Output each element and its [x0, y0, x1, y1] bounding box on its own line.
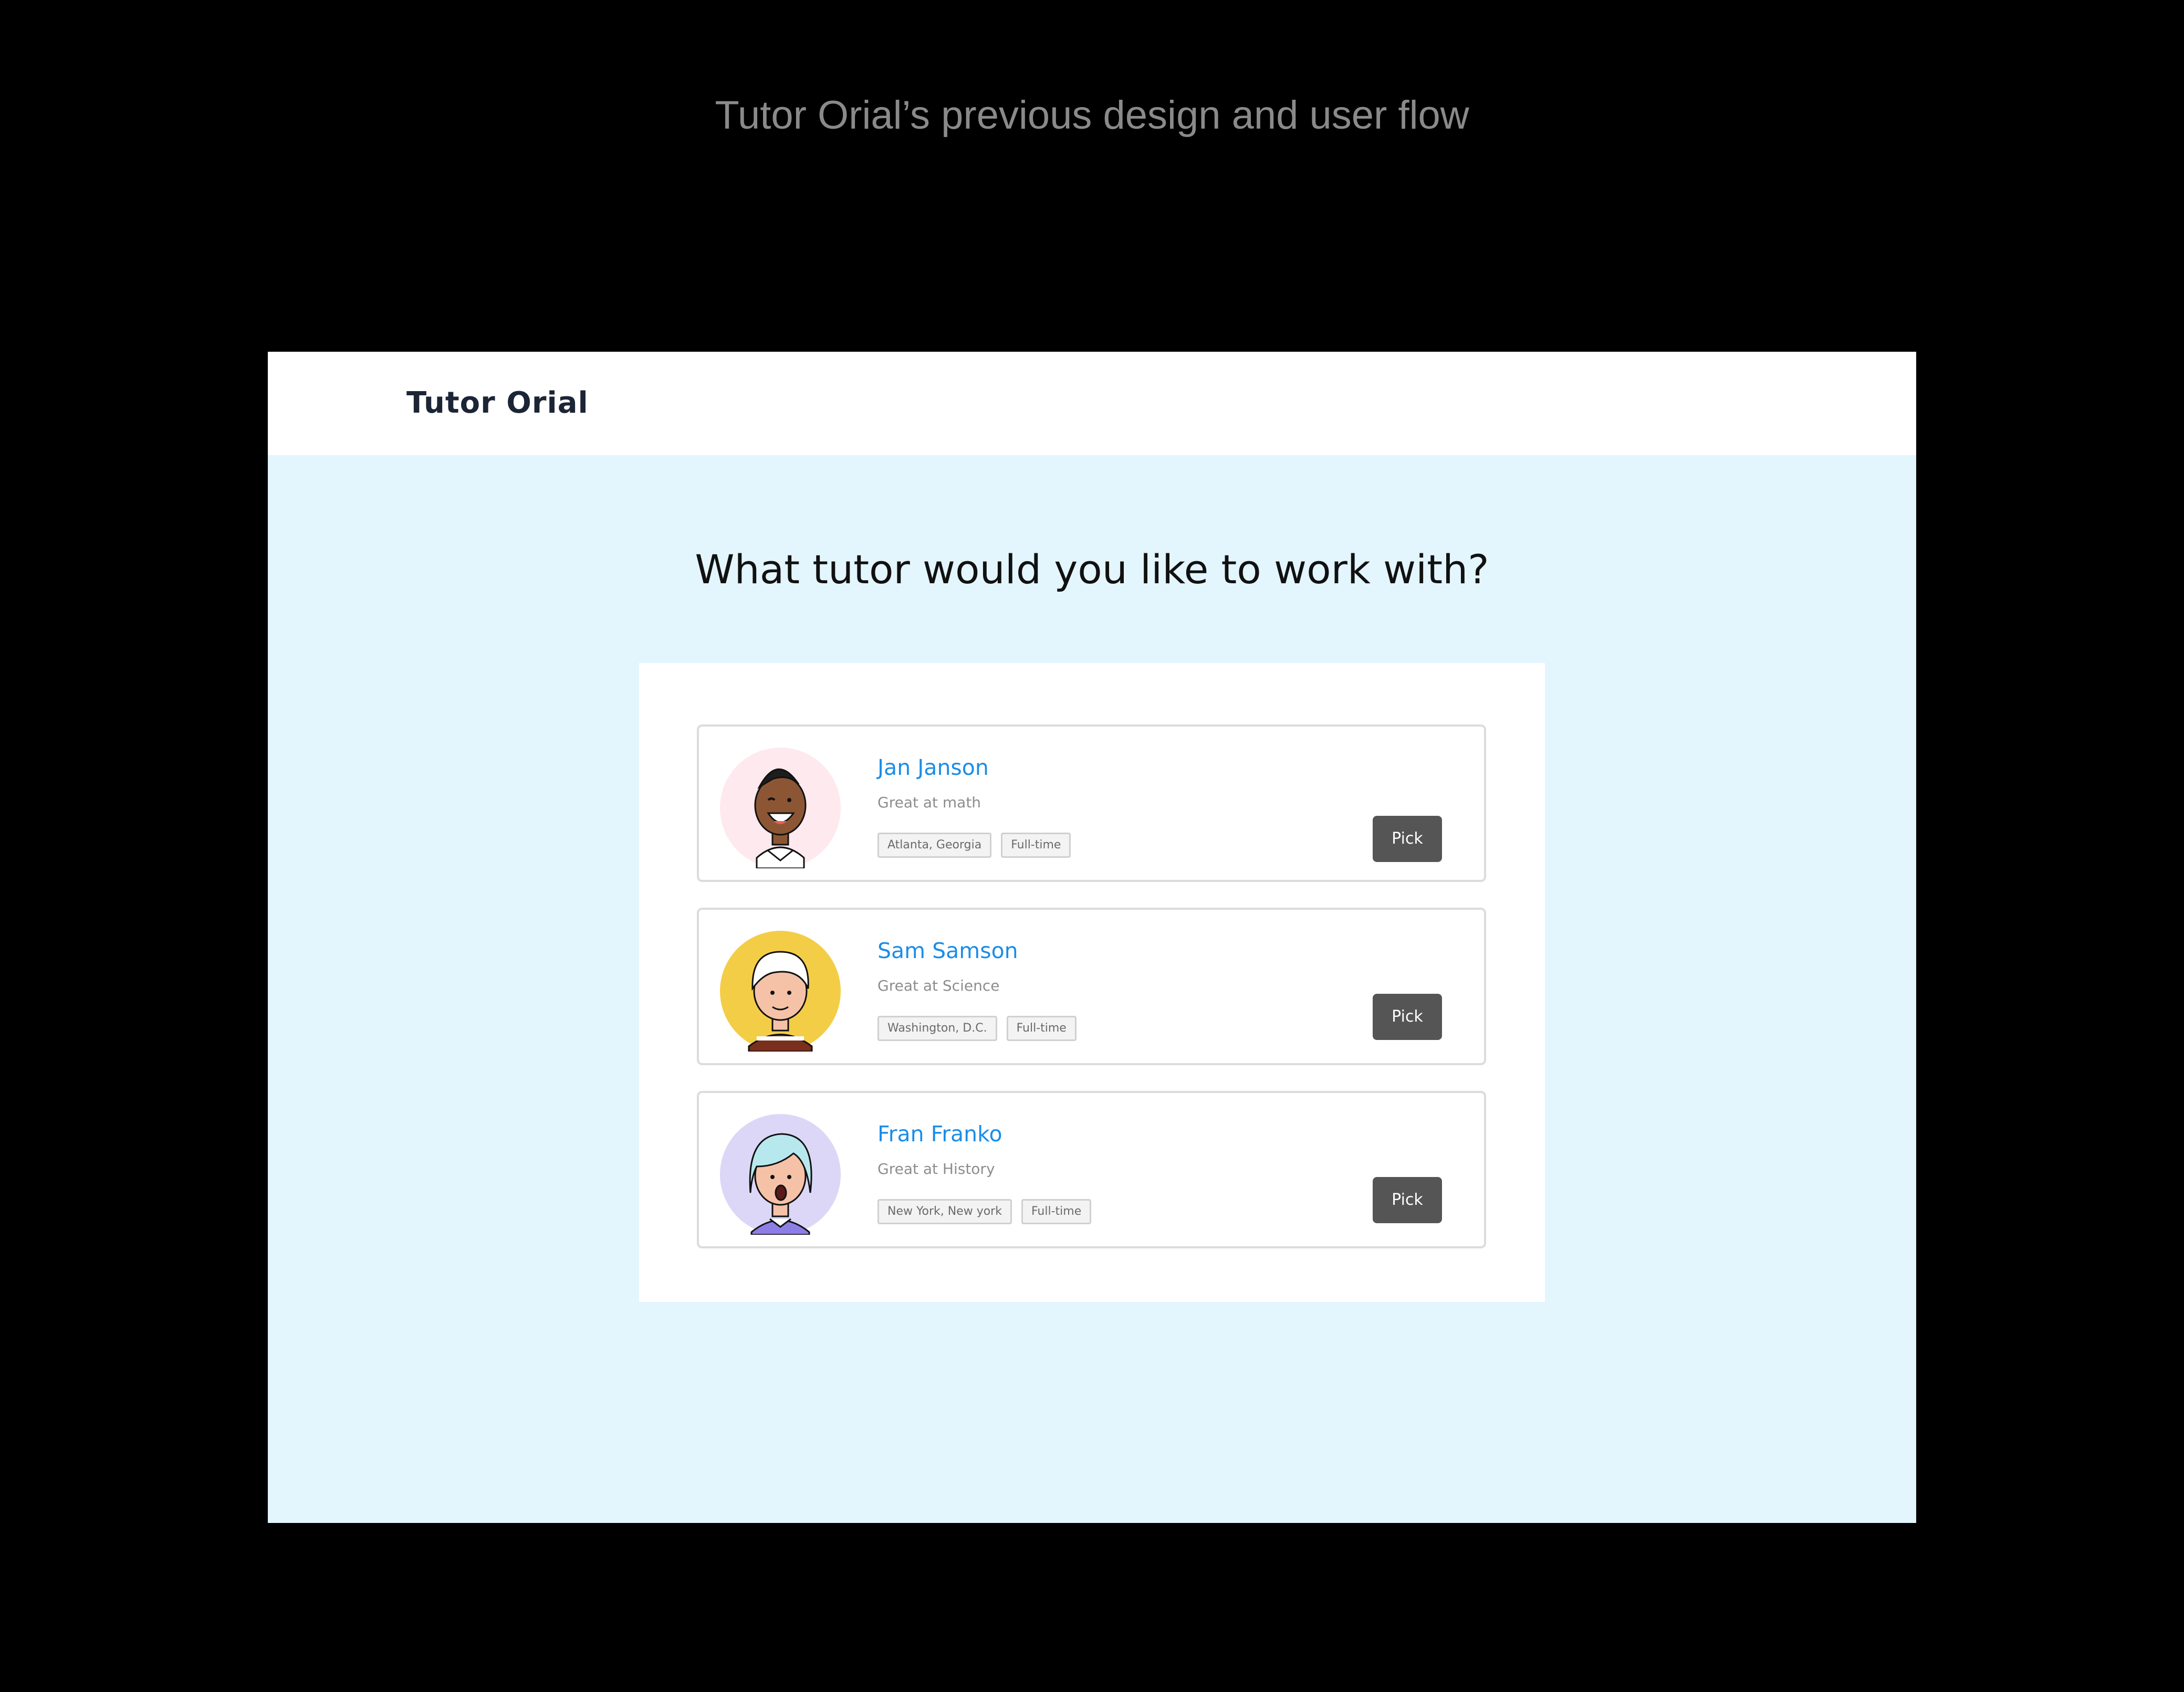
tutor-card: Jan Janson Great at math Atlanta, Georgi… [697, 724, 1486, 882]
page-title: What tutor would you like to work with? [695, 546, 1489, 593]
tutor-name[interactable]: Fran Franko [877, 1119, 1002, 1149]
tutor-tags: New York, New york Full-time [877, 1199, 1092, 1224]
brand-logo[interactable]: Tutor Orial [406, 383, 589, 423]
location-tag: New York, New york [877, 1199, 1012, 1224]
tutor-tags: Atlanta, Georgia Full-time [877, 833, 1071, 858]
schedule-tag: Full-time [1021, 1199, 1092, 1224]
location-tag: Washington, D.C. [877, 1016, 997, 1041]
tutor-card: Fran Franko Great at History New York, N… [697, 1091, 1486, 1248]
pick-button[interactable]: Pick [1373, 994, 1442, 1040]
tutor-subject: Great at History [877, 1160, 995, 1178]
tutor-card: Sam Samson Great at Science Washington, … [697, 908, 1486, 1065]
top-navbar: Tutor Orial [268, 352, 1916, 455]
pick-button[interactable]: Pick [1373, 816, 1442, 862]
surprised-woman-avatar-icon [720, 1114, 841, 1235]
app-frame: Tutor Orial What tutor would you like to… [268, 352, 1916, 1523]
pick-button[interactable]: Pick [1373, 1177, 1442, 1223]
location-tag: Atlanta, Georgia [877, 833, 992, 858]
tutor-name[interactable]: Sam Samson [877, 936, 1018, 965]
schedule-tag: Full-time [1006, 1016, 1077, 1041]
tutor-subject: Great at Science [877, 977, 1000, 994]
tutor-subject: Great at math [877, 794, 981, 811]
tutor-list-panel: Jan Janson Great at math Atlanta, Georgi… [639, 663, 1545, 1302]
blond-man-avatar-icon [720, 931, 841, 1052]
page-caption: Tutor Orial’s previous design and user f… [715, 93, 1469, 138]
smiling-man-avatar-icon [720, 748, 841, 868]
schedule-tag: Full-time [1001, 833, 1071, 858]
tutor-tags: Washington, D.C. Full-time [877, 1016, 1077, 1041]
tutor-name[interactable]: Jan Janson [877, 753, 989, 782]
